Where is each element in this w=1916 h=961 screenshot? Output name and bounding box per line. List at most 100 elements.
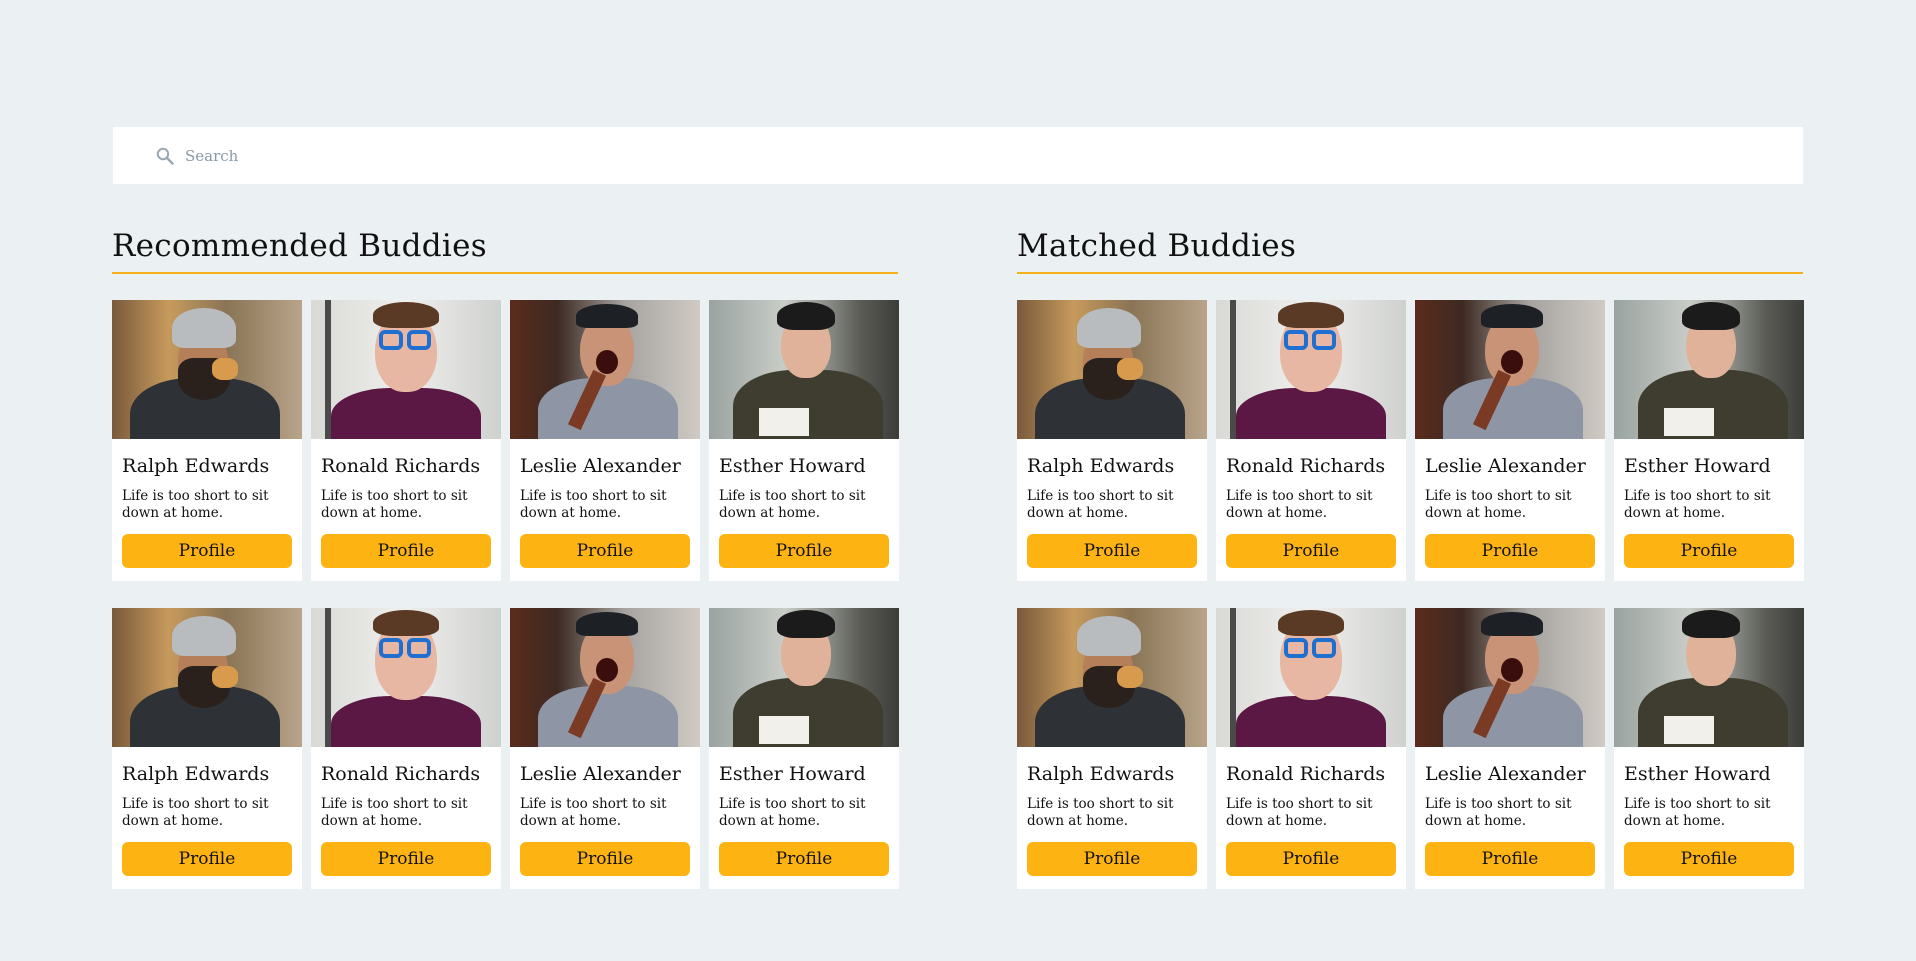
buddy-card-body: Leslie Alexander Life is too short to sit…	[510, 439, 700, 568]
buddy-photo	[709, 300, 899, 439]
profile-button[interactable]: Profile	[1425, 842, 1595, 876]
profile-button[interactable]: Profile	[321, 534, 491, 568]
buddy-card-body: Ralph Edwards Life is too short to sit do…	[1017, 439, 1207, 568]
buddy-name: Esther Howard	[719, 455, 866, 477]
profile-button[interactable]: Profile	[1624, 842, 1794, 876]
buddy-name: Esther Howard	[719, 763, 866, 785]
buddy-name: Ronald Richards	[321, 455, 481, 477]
buddy-card-body: Ronald Richards Life is too short to sit …	[311, 439, 501, 568]
buddy-card: Ralph Edwards Life is too short to sit do…	[1017, 300, 1207, 581]
buddy-bio: Life is too short to sit down at home.	[719, 488, 866, 521]
buddy-card-body: Esther Howard Life is too short to sit do…	[709, 439, 899, 568]
buddy-name: Ralph Edwards	[1027, 455, 1175, 477]
profile-button[interactable]: Profile	[1226, 842, 1396, 876]
search-icon	[155, 146, 175, 166]
profile-button[interactable]: Profile	[1226, 534, 1396, 568]
buddy-card-body: Leslie Alexander Life is too short to sit…	[510, 747, 700, 876]
buddy-photo	[1017, 300, 1207, 439]
buddy-card: Leslie Alexander Life is too short to sit…	[510, 608, 700, 889]
buddy-card-body: Ronald Richards Life is too short to sit …	[1216, 439, 1406, 568]
buddy-bio: Life is too short to sit down at home.	[1425, 488, 1572, 521]
profile-button[interactable]: Profile	[719, 534, 889, 568]
profile-button[interactable]: Profile	[122, 842, 292, 876]
buddy-card: Ralph Edwards Life is too short to sit do…	[112, 608, 302, 889]
buddy-bio: Life is too short to sit down at home.	[321, 488, 468, 521]
buddy-card: Ronald Richards Life is too short to sit …	[1216, 608, 1406, 889]
buddy-bio: Life is too short to sit down at home.	[122, 488, 269, 521]
buddy-name: Esther Howard	[1624, 455, 1771, 477]
section-divider	[112, 272, 898, 274]
buddy-card-body: Ralph Edwards Life is too short to sit do…	[112, 439, 302, 568]
buddy-name: Esther Howard	[1624, 763, 1771, 785]
buddy-bio: Life is too short to sit down at home.	[1425, 796, 1572, 829]
buddy-card-body: Ronald Richards Life is too short to sit …	[1216, 747, 1406, 876]
profile-button[interactable]: Profile	[122, 534, 292, 568]
buddy-card-body: Ronald Richards Life is too short to sit …	[311, 747, 501, 876]
buddy-card: Ronald Richards Life is too short to sit …	[1216, 300, 1406, 581]
buddy-bio: Life is too short to sit down at home.	[1624, 796, 1771, 829]
buddy-name: Ronald Richards	[1226, 455, 1386, 477]
buddy-photo	[709, 608, 899, 747]
profile-button[interactable]: Profile	[520, 842, 690, 876]
section-title-recommended: Recommended Buddies	[112, 228, 488, 264]
buddy-name: Leslie Alexander	[1425, 455, 1586, 477]
buddy-photo	[1017, 608, 1207, 747]
buddy-card-body: Esther Howard Life is too short to sit do…	[1614, 439, 1804, 568]
buddy-card-body: Leslie Alexander Life is too short to sit…	[1415, 439, 1605, 568]
recommended-buddies-section: Recommended Buddies Ralph Edwards Life is…	[112, 226, 899, 889]
buddy-card: Esther Howard Life is too short to sit do…	[1614, 300, 1804, 581]
section-divider	[1017, 272, 1803, 274]
buddy-photo	[510, 300, 700, 439]
buddy-card: Esther Howard Life is too short to sit do…	[709, 608, 899, 889]
buddy-bio: Life is too short to sit down at home.	[1624, 488, 1771, 521]
buddy-name: Ralph Edwards	[1027, 763, 1175, 785]
buddy-card-body: Esther Howard Life is too short to sit do…	[1614, 747, 1804, 876]
matched-buddies-section: Matched Buddies Ralph Edwards Life is too…	[1017, 226, 1804, 889]
buddy-photo	[1415, 608, 1605, 747]
buddy-photo	[1614, 608, 1804, 747]
buddy-photo	[1216, 608, 1406, 747]
buddy-bio: Life is too short to sit down at home.	[520, 796, 667, 829]
buddy-card: Ralph Edwards Life is too short to sit do…	[112, 300, 302, 581]
buddy-bio: Life is too short to sit down at home.	[122, 796, 269, 829]
buddy-photo	[1415, 300, 1605, 439]
buddy-photo	[112, 300, 302, 439]
buddy-card: Esther Howard Life is too short to sit do…	[709, 300, 899, 581]
buddy-bio: Life is too short to sit down at home.	[1027, 796, 1174, 829]
search-bar[interactable]	[113, 127, 1803, 184]
buddy-bio: Life is too short to sit down at home.	[520, 488, 667, 521]
buddy-name: Leslie Alexander	[1425, 763, 1586, 785]
buddy-card-body: Ralph Edwards Life is too short to sit do…	[1017, 747, 1207, 876]
search-input[interactable]	[185, 146, 785, 165]
buddy-photo	[311, 300, 501, 439]
buddy-card: Esther Howard Life is too short to sit do…	[1614, 608, 1804, 889]
recommended-buddies-grid: Ralph Edwards Life is too short to sit do…	[112, 300, 899, 889]
buddy-card-body: Ralph Edwards Life is too short to sit do…	[112, 747, 302, 876]
buddy-name: Ronald Richards	[321, 763, 481, 785]
profile-button[interactable]: Profile	[1027, 842, 1197, 876]
buddy-bio: Life is too short to sit down at home.	[1027, 488, 1174, 521]
buddy-card: Ralph Edwards Life is too short to sit do…	[1017, 608, 1207, 889]
profile-button[interactable]: Profile	[1425, 534, 1595, 568]
buddy-name: Ralph Edwards	[122, 763, 270, 785]
buddy-photo	[1614, 300, 1804, 439]
buddy-card: Ronald Richards Life is too short to sit …	[311, 608, 501, 889]
buddy-card: Ronald Richards Life is too short to sit …	[311, 300, 501, 581]
buddy-photo	[311, 608, 501, 747]
buddy-bio: Life is too short to sit down at home.	[719, 796, 866, 829]
profile-button[interactable]: Profile	[1624, 534, 1794, 568]
buddy-photo	[112, 608, 302, 747]
buddy-bio: Life is too short to sit down at home.	[1226, 796, 1373, 829]
profile-button[interactable]: Profile	[520, 534, 690, 568]
profile-button[interactable]: Profile	[719, 842, 889, 876]
buddy-name: Ralph Edwards	[122, 455, 270, 477]
buddy-name: Leslie Alexander	[520, 763, 681, 785]
buddy-bio: Life is too short to sit down at home.	[1226, 488, 1373, 521]
profile-button[interactable]: Profile	[1027, 534, 1197, 568]
profile-button[interactable]: Profile	[321, 842, 491, 876]
buddy-name: Leslie Alexander	[520, 455, 681, 477]
buddy-card: Leslie Alexander Life is too short to sit…	[1415, 300, 1605, 581]
buddy-card-body: Leslie Alexander Life is too short to sit…	[1415, 747, 1605, 876]
buddy-card-body: Esther Howard Life is too short to sit do…	[709, 747, 899, 876]
buddy-card: Leslie Alexander Life is too short to sit…	[1415, 608, 1605, 889]
